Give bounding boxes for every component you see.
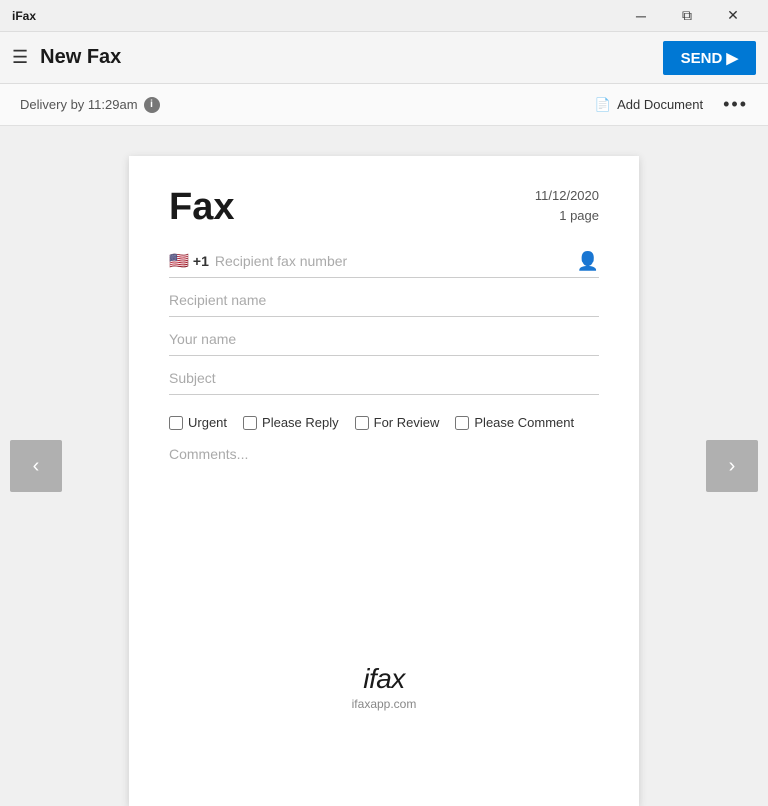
delivery-info: Delivery by 11:29am i	[20, 97, 160, 113]
window-controls: ─ ⧉ ✕	[618, 0, 756, 32]
app-title: iFax	[12, 9, 36, 23]
flag-emoji: 🇺🇸	[169, 251, 189, 271]
fax-pages: 1 page	[535, 206, 599, 226]
close-button[interactable]: ✕	[710, 0, 756, 32]
send-button[interactable]: SEND ▶	[663, 41, 756, 75]
for-review-label: For Review	[374, 415, 440, 430]
checkbox-please-comment[interactable]: Please Comment	[455, 415, 574, 430]
checkbox-please-reply[interactable]: Please Reply	[243, 415, 339, 430]
prev-page-button[interactable]: ‹	[10, 440, 62, 492]
page-title: New Fax	[40, 46, 650, 69]
recipient-fax-row: 🇺🇸 +1 👤	[169, 249, 599, 278]
header-bar: ☰ New Fax SEND ▶	[0, 32, 768, 84]
more-options-button[interactable]: •••	[723, 94, 748, 115]
fax-document: Fax 11/12/2020 1 page 🇺🇸 +1 👤 Urgen	[129, 156, 639, 806]
title-bar: iFax ─ ⧉ ✕	[0, 0, 768, 32]
urgent-checkbox[interactable]	[169, 416, 183, 430]
add-document-button[interactable]: 📄 Add Document	[595, 97, 703, 113]
comments-input[interactable]	[169, 446, 599, 478]
checkboxes-row: Urgent Please Reply For Review Please Co…	[169, 415, 599, 430]
fax-date: 11/12/2020	[535, 186, 599, 206]
fax-header: Fax 11/12/2020 1 page	[169, 186, 599, 229]
minimize-button[interactable]: ─	[618, 0, 664, 32]
contact-icon[interactable]: 👤	[577, 251, 599, 272]
checkbox-for-review[interactable]: For Review	[355, 415, 440, 430]
toolbar: Delivery by 11:29am i 📄 Add Document •••	[0, 84, 768, 126]
restore-button[interactable]: ⧉	[664, 0, 710, 32]
your-name-input[interactable]	[169, 323, 599, 356]
country-prefix: 🇺🇸 +1	[169, 251, 209, 271]
urgent-label: Urgent	[188, 415, 227, 430]
ifax-brand-text: fax	[369, 663, 405, 694]
country-code: +1	[193, 253, 209, 269]
for-review-checkbox[interactable]	[355, 416, 369, 430]
recipient-name-input[interactable]	[169, 284, 599, 317]
ifax-brand: ifax	[169, 663, 599, 695]
add-document-label: Add Document	[617, 97, 703, 112]
info-icon[interactable]: i	[144, 97, 160, 113]
subject-input[interactable]	[169, 362, 599, 395]
please-reply-checkbox[interactable]	[243, 416, 257, 430]
please-reply-label: Please Reply	[262, 415, 339, 430]
main-content: ‹ Fax 11/12/2020 1 page 🇺🇸 +1 👤	[0, 126, 768, 806]
ifax-url: ifaxapp.com	[169, 697, 599, 711]
add-document-icon: 📄	[595, 97, 611, 113]
fax-date-info: 11/12/2020 1 page	[535, 186, 599, 225]
next-page-button[interactable]: ›	[706, 440, 758, 492]
fax-footer: ifax ifaxapp.com	[169, 643, 599, 711]
please-comment-label: Please Comment	[474, 415, 574, 430]
please-comment-checkbox[interactable]	[455, 416, 469, 430]
hamburger-icon[interactable]: ☰	[12, 47, 28, 68]
checkbox-urgent[interactable]: Urgent	[169, 415, 227, 430]
recipient-fax-input[interactable]	[215, 249, 571, 273]
toolbar-right: 📄 Add Document •••	[595, 94, 748, 115]
delivery-text: Delivery by 11:29am	[20, 97, 138, 112]
fax-title: Fax	[169, 186, 234, 229]
